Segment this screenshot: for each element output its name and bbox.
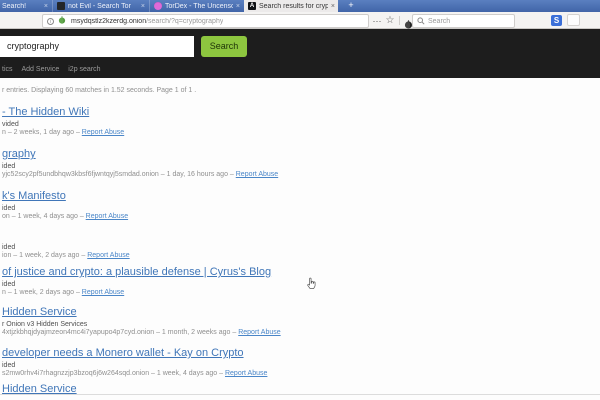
toolbar-separator bbox=[399, 16, 400, 25]
result-description: vided bbox=[2, 121, 124, 128]
close-tab-icon[interactable]: × bbox=[233, 3, 243, 10]
close-tab-icon[interactable]: × bbox=[41, 3, 51, 10]
search-result: graphy ided yjc52scy2pf5undbhqw3kbsf6fjw… bbox=[2, 148, 278, 178]
result-title-link[interactable]: - The Hidden Wiki bbox=[2, 106, 124, 118]
url-bar[interactable]: i msydqstlz2kzerdg.onion/search/?q=crypt… bbox=[42, 14, 369, 28]
site-info-icon[interactable]: i bbox=[47, 18, 54, 25]
tab-title: Search! bbox=[2, 3, 41, 10]
search-result: of justice and crypto: a plausible defen… bbox=[2, 266, 271, 296]
tab-1[interactable]: Search! × bbox=[0, 0, 51, 12]
close-tab-icon[interactable]: × bbox=[328, 3, 338, 10]
noscript-icon[interactable]: S bbox=[551, 15, 562, 26]
search-result: - The Hidden Wiki vided n – 2 weeks, 1 d… bbox=[2, 106, 124, 136]
search-result: developer needs a Monero wallet - Kay on… bbox=[2, 347, 267, 377]
bookmark-star-icon[interactable]: ☆ bbox=[384, 15, 396, 27]
result-title-link[interactable]: k's Manifesto bbox=[2, 190, 128, 202]
result-meta: on – 1 week, 4 days ago – Report Abuse bbox=[2, 213, 128, 220]
report-abuse-link[interactable]: Report Abuse bbox=[82, 289, 124, 296]
notevil-favicon bbox=[57, 2, 65, 10]
result-meta: yjc52scy2pf5undbhqw3kbsf6fjwntqyj5smdad.… bbox=[2, 171, 278, 178]
result-meta: n – 2 weeks, 1 day ago – Report Abuse bbox=[2, 129, 124, 136]
toolbar-search-placeholder: Search bbox=[428, 18, 450, 25]
result-description: ided bbox=[2, 163, 278, 170]
tab-title: TorDex - The Uncensored Tor Sea bbox=[165, 3, 233, 10]
result-description: ided bbox=[2, 244, 130, 251]
result-meta-text: yjc52scy2pf5undbhqw3kbsf6fjwntqyj5smdad.… bbox=[2, 171, 236, 178]
result-meta-text: n – 1 week, 2 days ago – bbox=[2, 289, 82, 296]
tab-title: Search results for cryptography bbox=[259, 3, 328, 10]
url-domain: msydqstlz2kzerdg.onion bbox=[71, 18, 146, 25]
result-title-link[interactable]: developer needs a Monero wallet - Kay on… bbox=[2, 347, 267, 359]
close-tab-icon[interactable]: × bbox=[138, 3, 148, 10]
result-title-link[interactable]: of justice and crypto: a plausible defen… bbox=[2, 266, 271, 278]
link-i2p-search[interactable]: i2p search bbox=[68, 66, 100, 73]
ahmia-favicon: A bbox=[248, 2, 256, 10]
site-search-input[interactable]: cryptography bbox=[0, 36, 194, 57]
result-title-link[interactable]: Hidden Service bbox=[2, 306, 281, 318]
site-header: cryptography Search tics Add Service i2p… bbox=[0, 29, 600, 78]
search-result: k's Manifesto ided on – 1 week, 4 days a… bbox=[2, 190, 128, 220]
tab-title: not Evil - Search Tor bbox=[68, 3, 138, 10]
url-text: msydqstlz2kzerdg.onion/search/?q=cryptog… bbox=[71, 18, 223, 25]
navigation-toolbar: i msydqstlz2kzerdg.onion/search/?q=crypt… bbox=[0, 12, 600, 29]
site-search-button[interactable]: Search bbox=[201, 36, 247, 57]
search-result: Hidden Service r Onion v3 Hidden Service… bbox=[2, 306, 281, 336]
tab-bar: Search! × not Evil - Search Tor × TorDex… bbox=[0, 0, 600, 12]
tordex-onion-favicon bbox=[154, 2, 162, 10]
onion-circuit-icon[interactable] bbox=[58, 16, 66, 26]
result-description: ided bbox=[2, 205, 128, 212]
url-path: /search/?q=cryptography bbox=[146, 18, 223, 25]
report-abuse-link[interactable]: Report Abuse bbox=[86, 213, 128, 220]
result-meta-text: s2mw0rhv4i7rhagnzzjp3bzoq6j6w264sqd.onio… bbox=[2, 370, 225, 377]
result-meta-text: on – 1 week, 4 days ago – bbox=[2, 213, 86, 220]
toolbar-extra-button[interactable] bbox=[567, 14, 580, 26]
link-add-service[interactable]: Add Service bbox=[22, 66, 60, 73]
toolbar-search-field[interactable]: Search bbox=[412, 14, 515, 28]
report-abuse-link[interactable]: Report Abuse bbox=[238, 329, 280, 336]
result-meta: ion – 1 week, 2 days ago – Report Abuse bbox=[2, 252, 130, 259]
tab-active-ahmia[interactable]: A Search results for cryptography × bbox=[244, 0, 338, 12]
report-abuse-link[interactable]: Report Abuse bbox=[87, 252, 129, 259]
tab-tordex[interactable]: TorDex - The Uncensored Tor Sea × bbox=[149, 0, 243, 12]
result-description: r Onion v3 Hidden Services bbox=[2, 321, 281, 328]
result-meta-text: 4xtjzkbhqjdyajmzeon4mc4i7yapupo4p7cyd.on… bbox=[2, 329, 238, 336]
tab-notevil[interactable]: not Evil - Search Tor × bbox=[52, 0, 148, 12]
result-divider bbox=[0, 394, 600, 395]
report-abuse-link[interactable]: Report Abuse bbox=[82, 129, 124, 136]
report-abuse-link[interactable]: Report Abuse bbox=[225, 370, 267, 377]
result-meta: 4xtjzkbhqjdyajmzeon4mc4i7yapupo4p7cyd.on… bbox=[2, 329, 281, 336]
result-description: ided bbox=[2, 362, 267, 369]
site-header-links: tics Add Service i2p search bbox=[2, 66, 101, 73]
result-meta: s2mw0rhv4i7rhagnzzjp3bzoq6j6w264sqd.onio… bbox=[2, 370, 267, 377]
link-statistics[interactable]: tics bbox=[2, 66, 13, 73]
result-meta-text: ion – 1 week, 2 days ago – bbox=[2, 252, 87, 259]
result-meta-text: n – 2 weeks, 1 day ago – bbox=[2, 129, 82, 136]
results-area: r entries. Displaying 60 matches in 1.52… bbox=[0, 78, 600, 400]
result-title-link[interactable]: graphy bbox=[2, 148, 278, 160]
search-result: ided ion – 1 week, 2 days ago – Report A… bbox=[2, 241, 130, 259]
new-tab-button[interactable]: + bbox=[344, 0, 358, 12]
search-icon bbox=[417, 17, 425, 25]
page-actions-icon[interactable]: ⋯ bbox=[371, 15, 383, 27]
results-summary: r entries. Displaying 60 matches in 1.52… bbox=[2, 87, 196, 94]
report-abuse-link[interactable]: Report Abuse bbox=[236, 171, 278, 178]
result-meta: n – 1 week, 2 days ago – Report Abuse bbox=[2, 289, 271, 296]
result-description: ided bbox=[2, 281, 271, 288]
